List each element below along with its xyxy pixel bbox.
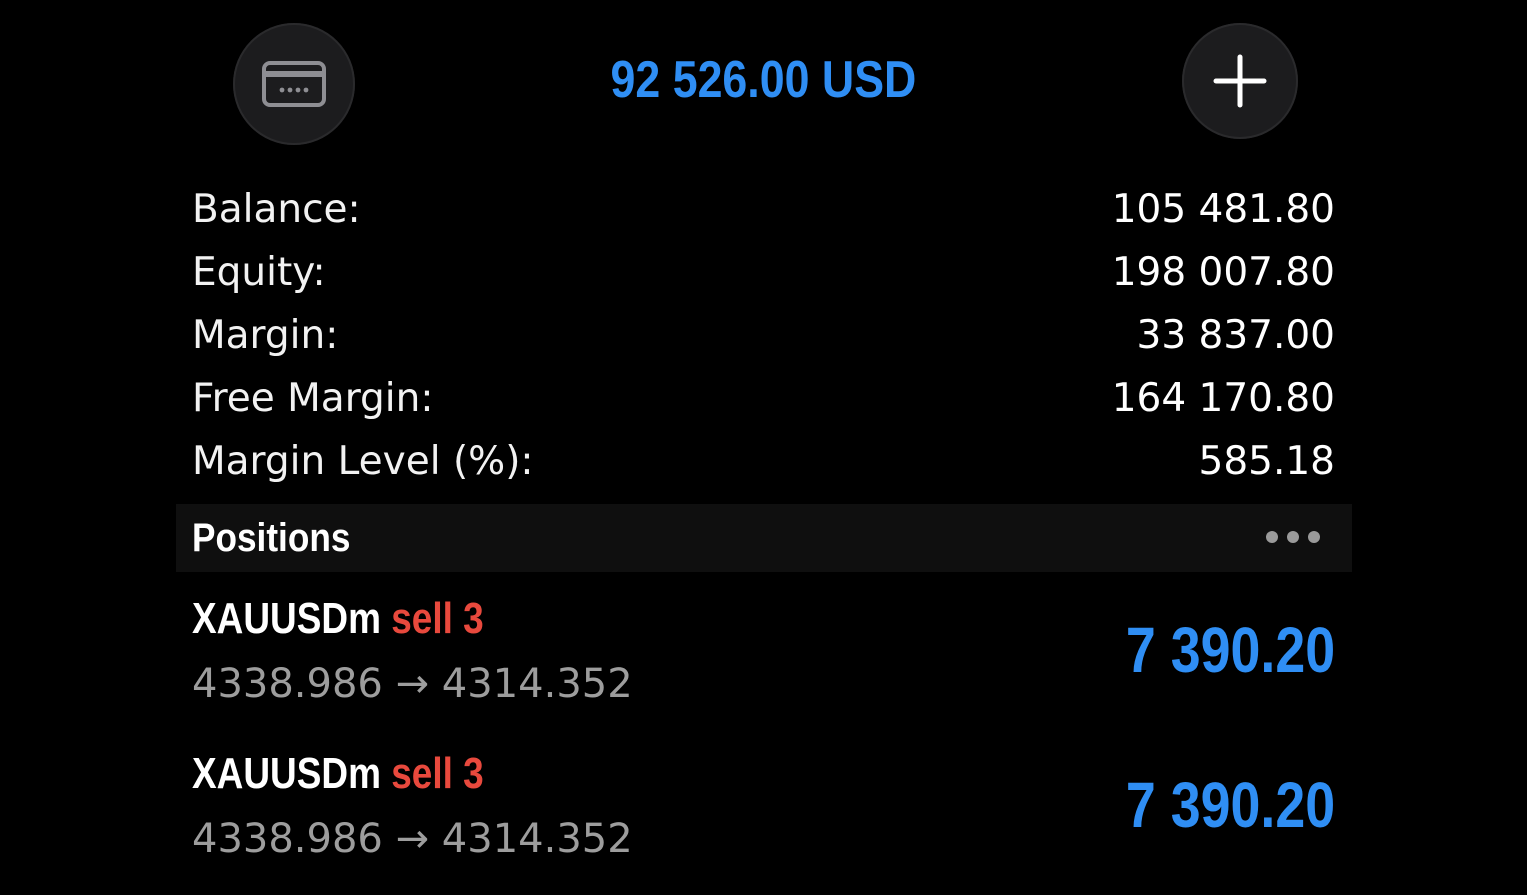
account-summary: Balance: 105 481.80 Equity: 198 007.80 M… xyxy=(192,178,1335,493)
margin-level-label: Margin Level (%): xyxy=(192,439,534,484)
free-margin-label: Free Margin: xyxy=(192,376,434,421)
equity-label: Equity: xyxy=(192,250,326,295)
margin-level-row: Margin Level (%): 585.18 xyxy=(192,430,1335,493)
position-prices: 4338.986 → 4314.352 xyxy=(192,661,633,707)
position-symbol: XAUUSDm xyxy=(192,749,381,798)
position-side: sell 3 xyxy=(391,594,484,643)
free-margin-row: Free Margin: 164 170.80 xyxy=(192,367,1335,430)
positions-title: Positions xyxy=(192,516,351,560)
plus-icon xyxy=(1213,54,1267,108)
dot xyxy=(1266,531,1278,543)
position-prices: 4338.986 → 4314.352 xyxy=(192,816,633,862)
position-row[interactable]: XAUUSDm sell 3 4338.986 → 4314.352 7 390… xyxy=(192,745,1335,895)
position-profit: 7 390.20 xyxy=(1125,769,1335,841)
new-order-button[interactable] xyxy=(1182,23,1298,139)
position-side: sell 3 xyxy=(391,749,484,798)
margin-value: 33 837.00 xyxy=(1136,313,1336,358)
free-margin-value: 164 170.80 xyxy=(1111,376,1335,421)
more-dots-icon[interactable] xyxy=(1266,531,1320,543)
dot xyxy=(1308,531,1320,543)
position-title: XAUUSDm sell 3 xyxy=(192,590,484,648)
balance-value: 105 481.80 xyxy=(1111,187,1335,232)
equity-value: 198 007.80 xyxy=(1111,250,1335,295)
balance-row: Balance: 105 481.80 xyxy=(192,178,1335,241)
dot xyxy=(1287,531,1299,543)
position-title: XAUUSDm sell 3 xyxy=(192,745,484,803)
position-profit: 7 390.20 xyxy=(1125,614,1335,686)
balance-label: Balance: xyxy=(192,187,361,232)
top-bar: 92 526.00 USD xyxy=(0,0,1527,165)
position-symbol: XAUUSDm xyxy=(192,594,381,643)
margin-label: Margin: xyxy=(192,313,339,358)
positions-header: Positions xyxy=(176,504,1352,572)
margin-row: Margin: 33 837.00 xyxy=(192,304,1335,367)
position-row[interactable]: XAUUSDm sell 3 4338.986 → 4314.352 7 390… xyxy=(192,590,1335,740)
margin-level-value: 585.18 xyxy=(1198,439,1335,484)
equity-row: Equity: 198 007.80 xyxy=(192,241,1335,304)
